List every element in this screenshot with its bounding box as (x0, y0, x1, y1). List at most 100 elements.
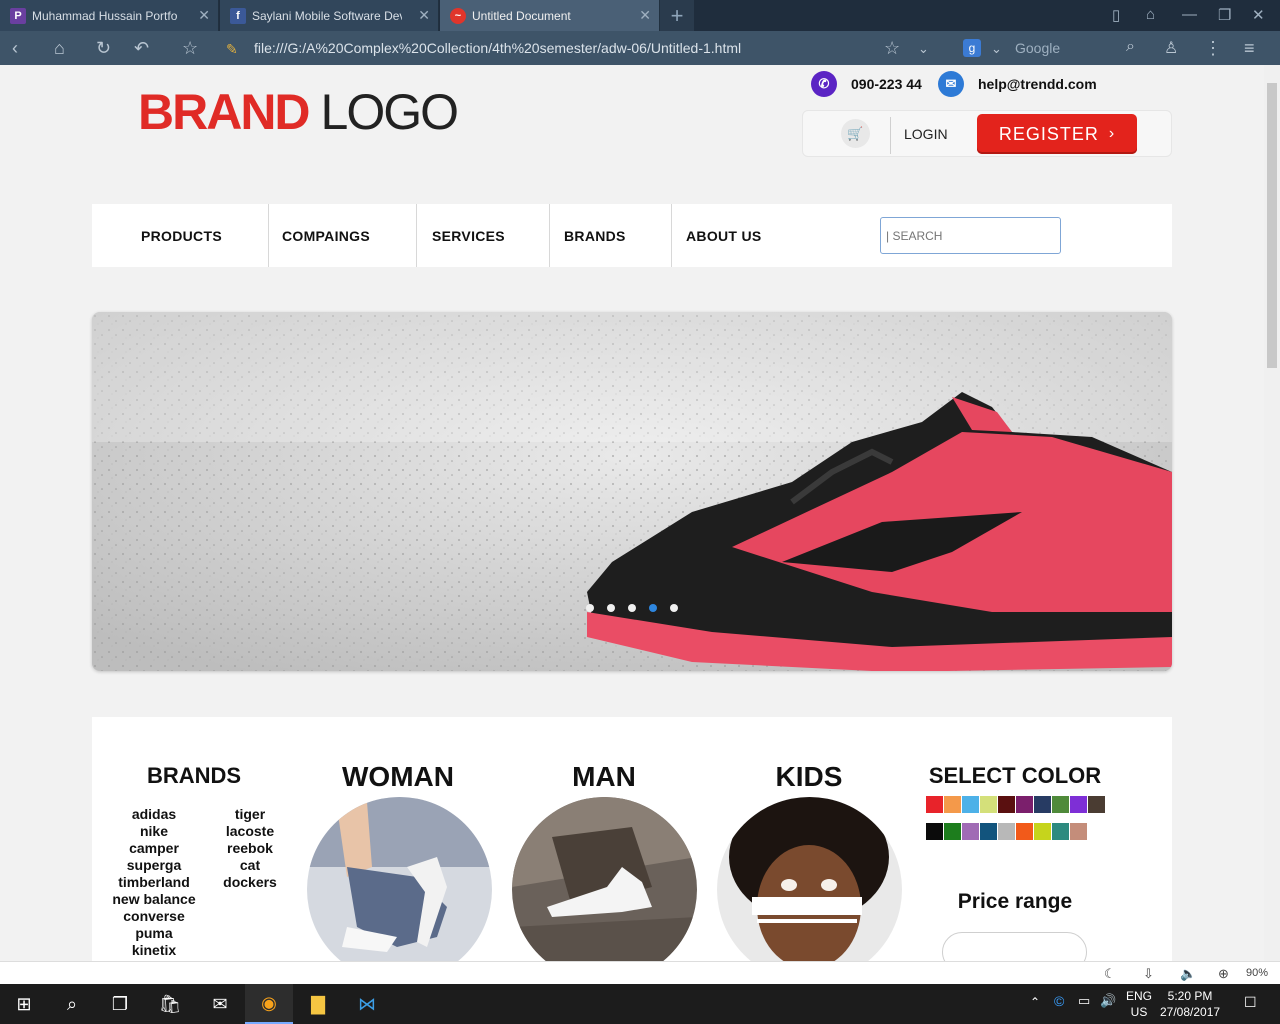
scrollbar-thumb[interactable] (1267, 83, 1277, 368)
tablet-mode-icon[interactable]: ▯ (1112, 6, 1120, 24)
brand-link-lacoste[interactable]: lacoste (212, 823, 288, 840)
visual-studio-code-icon[interactable]: ⋈ (343, 984, 391, 1024)
download-icon[interactable]: ⇩ (1143, 966, 1154, 982)
clock[interactable]: 5:20 PM 27/08/2017 (1160, 988, 1220, 1020)
bookmark-star-icon[interactable]: ☆ (182, 38, 198, 59)
back-icon[interactable]: ‹ (12, 38, 18, 59)
volume-icon[interactable]: 🔈 (1180, 966, 1196, 982)
chevron-down-icon[interactable]: ⌄ (918, 41, 929, 57)
undo-close-icon[interactable]: ↶ (134, 38, 149, 59)
account-icon[interactable]: ♙ (1164, 38, 1178, 58)
search-engine-icon[interactable]: g (963, 39, 981, 57)
zoom-icon[interactable]: ⊕ (1218, 966, 1229, 982)
brand-link-nike[interactable]: nike (104, 823, 204, 840)
brand-link-cat[interactable]: cat (212, 857, 288, 874)
windows-start-icon[interactable]: ⊞ (0, 984, 48, 1024)
reload-icon[interactable]: ↻ (96, 38, 111, 59)
kids-category-image[interactable] (717, 797, 902, 961)
color-swatch[interactable] (926, 796, 943, 813)
email-address[interactable]: help@trendd.com (978, 76, 1097, 92)
nav-brands[interactable]: BRANDS (564, 204, 626, 267)
brand-link-timberland[interactable]: timberland (104, 874, 204, 891)
maximize-icon[interactable]: ❐ (1218, 6, 1231, 24)
zoom-level[interactable]: 90% (1246, 967, 1268, 979)
nav-services[interactable]: SERVICES (432, 204, 505, 267)
brand-link-puma[interactable]: puma (104, 925, 204, 942)
search-icon[interactable]: ⌕ (48, 984, 96, 1024)
brand-link-reebok[interactable]: reebok (212, 840, 288, 857)
nav-about-us[interactable]: ABOUT US (686, 204, 762, 267)
color-swatch[interactable] (1070, 823, 1087, 840)
tray-app-icon[interactable]: © (1054, 993, 1064, 1009)
search-input[interactable] (880, 217, 1061, 254)
color-swatch[interactable] (944, 796, 961, 813)
skin-icon[interactable]: ⌂ (1146, 6, 1155, 23)
brand-link-adidas[interactable]: adidas (104, 806, 204, 823)
brand-link-tiger[interactable]: tiger (212, 806, 288, 823)
woman-category-image[interactable] (307, 797, 492, 961)
close-window-icon[interactable]: ✕ (1252, 6, 1265, 24)
favorite-star-icon[interactable]: ☆ (884, 38, 900, 59)
tab-untitled-document[interactable]: ~ Untitled Document ✕ (440, 0, 660, 31)
brand-link-kinetix[interactable]: kinetix (104, 942, 204, 959)
url-field[interactable]: file:///G:/A%20Complex%20Collection/4th%… (254, 40, 741, 56)
color-swatch[interactable] (1052, 823, 1069, 840)
slider-dot[interactable] (607, 604, 615, 612)
color-swatch[interactable] (980, 823, 997, 840)
uc-browser-icon[interactable]: ◉ (245, 984, 293, 1024)
search-icon[interactable]: ⌕ (1126, 38, 1135, 56)
task-view-icon[interactable]: ❐ (96, 984, 144, 1024)
brand-link-converse[interactable]: converse (104, 908, 204, 925)
color-swatch[interactable] (962, 796, 979, 813)
volume-icon[interactable]: 🔊 (1100, 993, 1116, 1009)
search-provider-input[interactable]: Google (1015, 40, 1060, 56)
close-tab-icon[interactable]: ✕ (639, 7, 651, 24)
color-swatch[interactable] (944, 823, 961, 840)
color-swatch[interactable] (1034, 796, 1051, 813)
home-icon[interactable]: ⌂ (54, 38, 65, 59)
tab-saylani[interactable]: f Saylani Mobile Software Dev ✕ (220, 0, 439, 31)
tab-portfolio[interactable]: P Muhammad Hussain Portfo ✕ (0, 0, 219, 31)
brand-link-camper[interactable]: camper (104, 840, 204, 857)
color-swatch[interactable] (998, 823, 1015, 840)
network-icon[interactable]: ▭ (1078, 993, 1090, 1009)
slider-dot[interactable] (670, 604, 678, 612)
new-tab-button[interactable]: + (660, 0, 694, 31)
color-swatch[interactable] (1088, 796, 1105, 813)
slider-dot[interactable] (628, 604, 636, 612)
brand-link-superga[interactable]: superga (104, 857, 204, 874)
color-swatch[interactable] (962, 823, 979, 840)
color-swatch[interactable] (1034, 823, 1051, 840)
color-swatch[interactable] (1016, 796, 1033, 813)
night-mode-icon[interactable]: ☾ (1104, 966, 1116, 982)
cart-icon[interactable]: 🛒 (841, 119, 870, 148)
slider-dot[interactable] (586, 604, 594, 612)
mail-icon[interactable]: ✉ (196, 984, 244, 1024)
brand-logo[interactable]: BRAND LOGO (138, 83, 459, 141)
man-category-image[interactable] (512, 797, 697, 961)
color-swatch[interactable] (998, 796, 1015, 813)
color-swatch[interactable] (926, 823, 943, 840)
nav-products[interactable]: PRODUCTS (141, 204, 222, 267)
page-info-icon[interactable]: ✎ (226, 41, 238, 58)
slider-dot-active[interactable] (649, 604, 657, 612)
language-indicator[interactable]: ENG US (1126, 988, 1152, 1020)
nav-compaings[interactable]: COMPAINGS (282, 204, 370, 267)
close-tab-icon[interactable]: ✕ (418, 7, 430, 24)
hamburger-menu-icon[interactable]: ≡ (1244, 38, 1255, 59)
color-swatch[interactable] (980, 796, 997, 813)
store-icon[interactable]: 🛍 (146, 984, 194, 1024)
hero-slider[interactable] (92, 312, 1172, 671)
color-swatch[interactable] (1070, 796, 1087, 813)
chevron-up-icon[interactable]: ⌃ (1030, 995, 1040, 1009)
login-link[interactable]: LOGIN (904, 126, 948, 142)
color-swatch[interactable] (1052, 796, 1069, 813)
menu-dots-icon[interactable]: ⋮ (1204, 38, 1222, 59)
minimize-icon[interactable]: — (1182, 6, 1197, 23)
register-button[interactable]: REGISTER › (977, 114, 1137, 154)
notifications-icon[interactable]: ☐ (1244, 994, 1257, 1011)
brand-link-new-balance[interactable]: new balance (104, 891, 204, 908)
close-tab-icon[interactable]: ✕ (198, 7, 210, 24)
brand-link-dockers[interactable]: dockers (212, 874, 288, 891)
chevron-down-icon[interactable]: ⌄ (991, 41, 1002, 57)
